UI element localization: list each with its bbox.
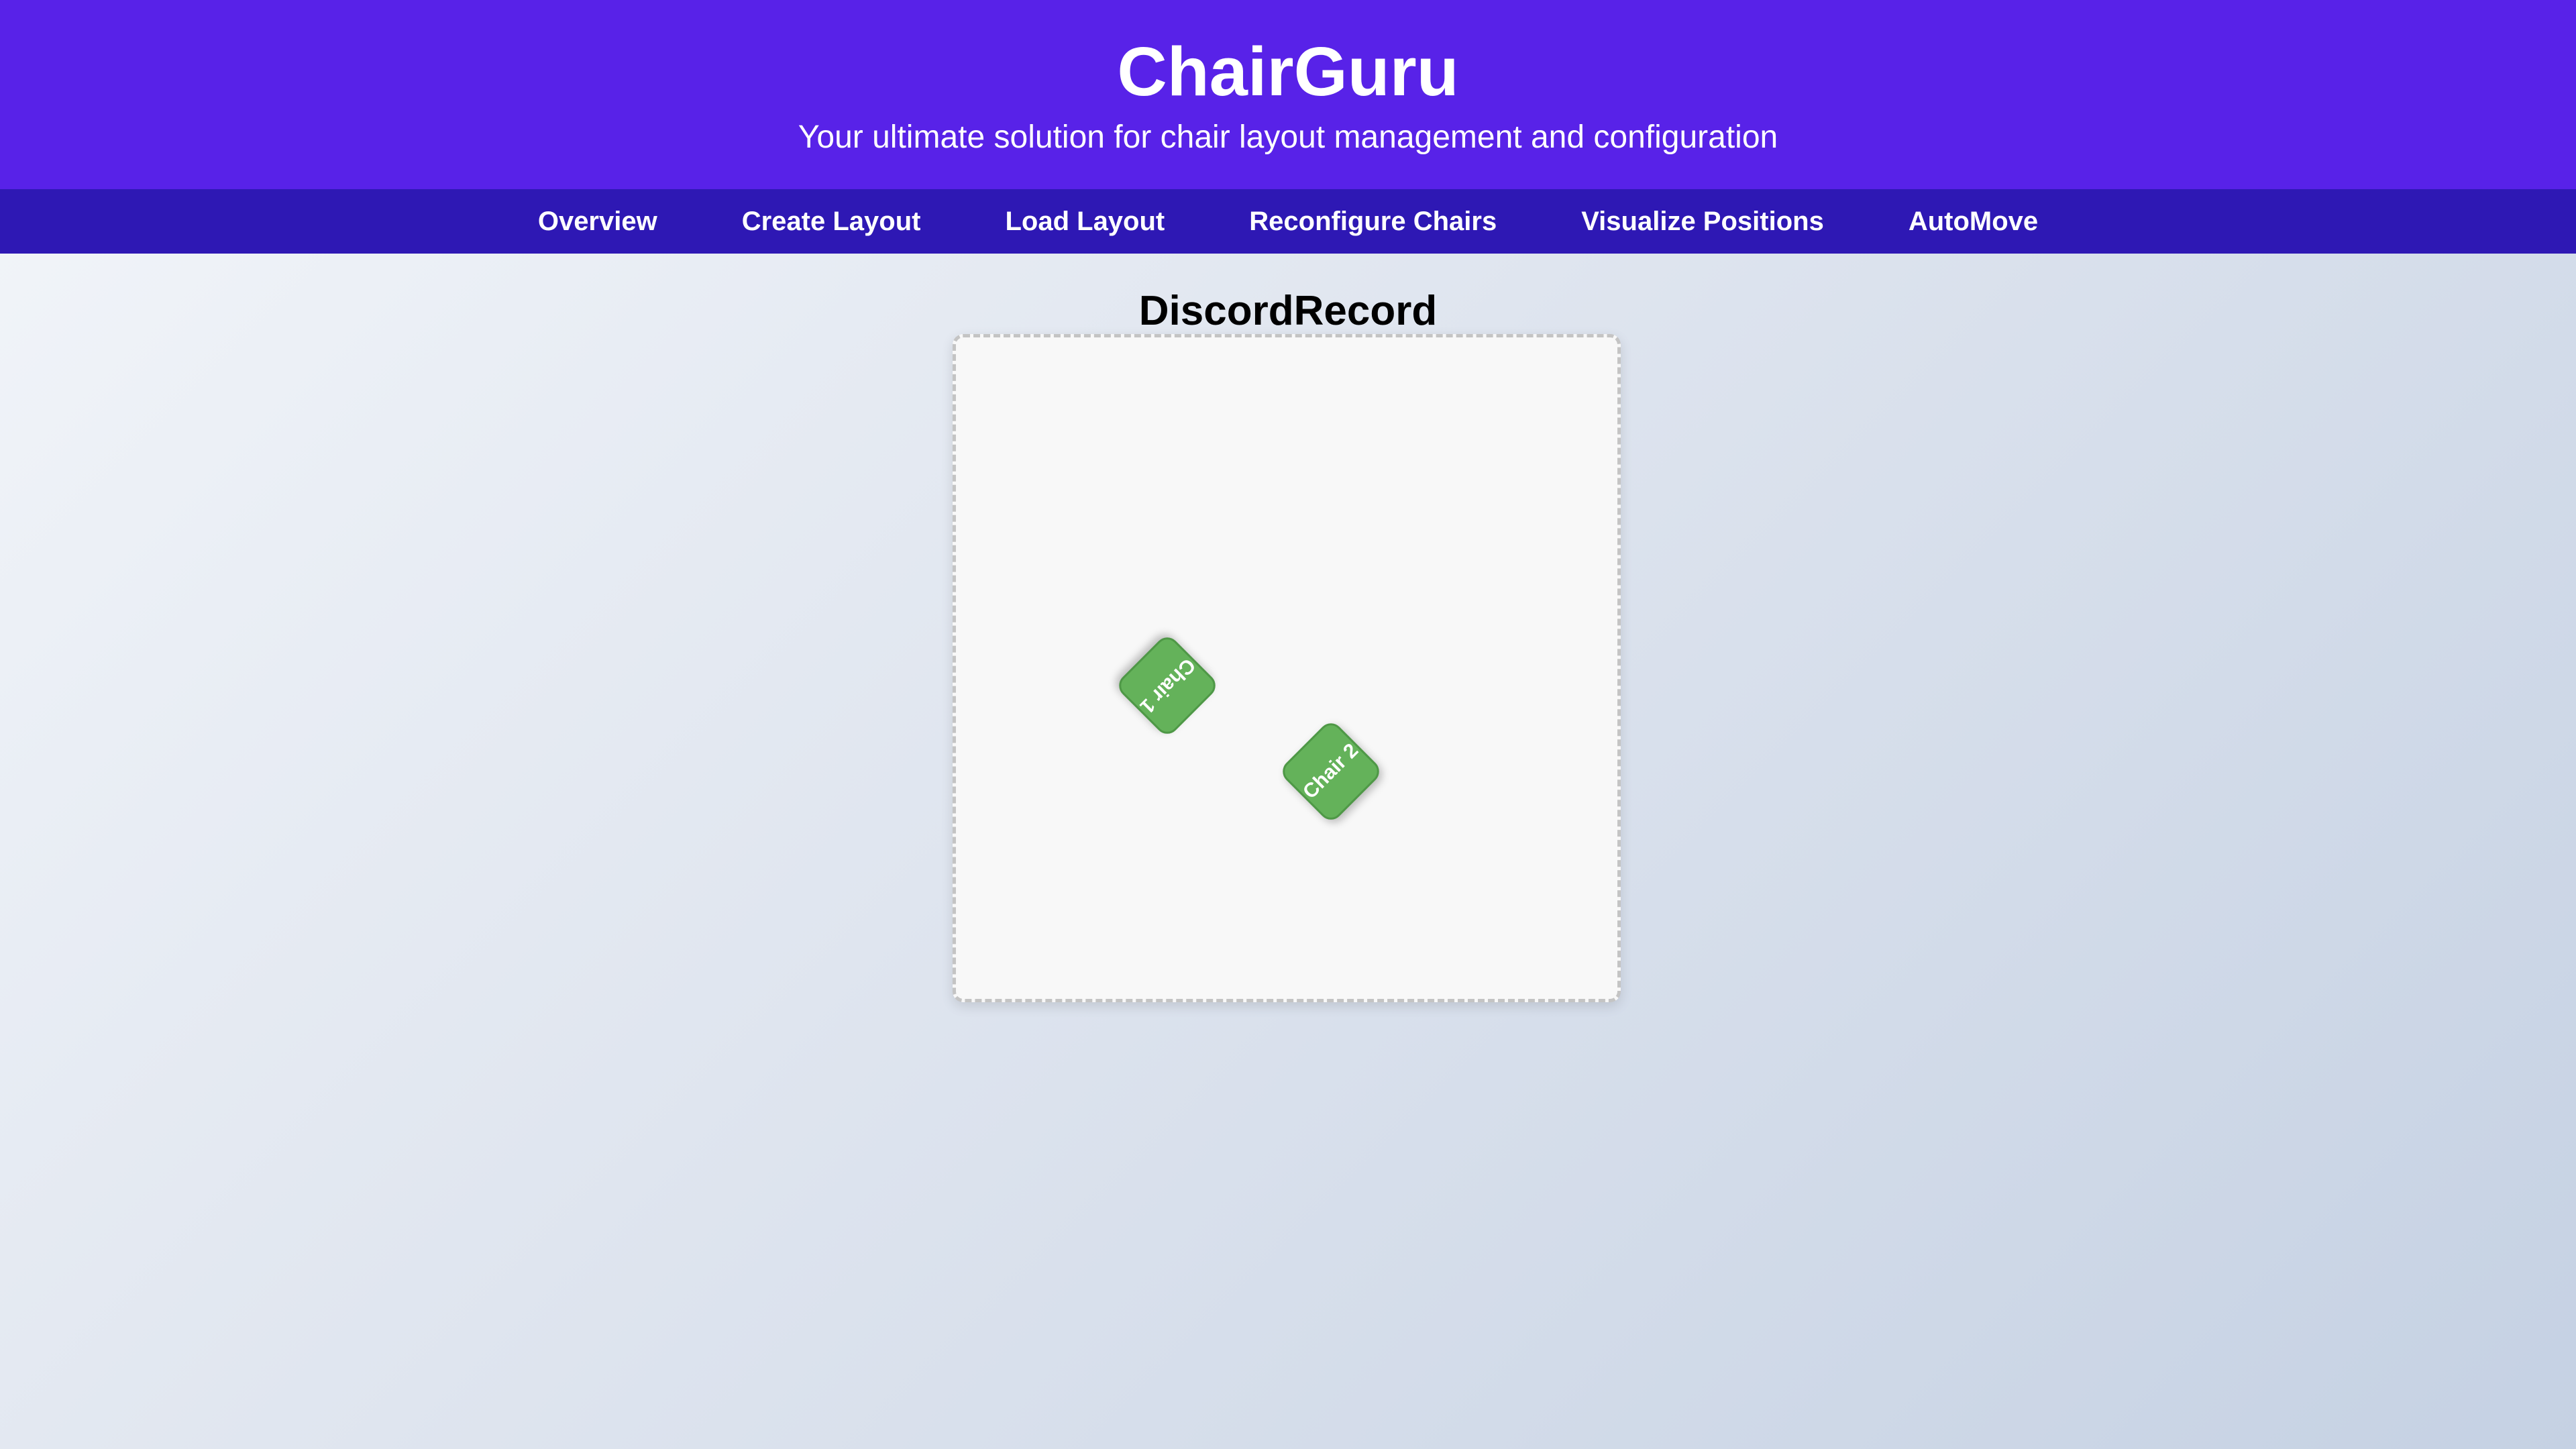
layout-canvas[interactable]: Chair 1 Chair 2 <box>953 334 1621 1002</box>
chair-2[interactable]: Chair 2 <box>1277 718 1385 825</box>
nav-link-automove[interactable]: AutoMove <box>1909 189 2038 254</box>
nav-link-reconfigure-chairs[interactable]: Reconfigure Chairs <box>1249 189 1497 254</box>
site-title: ChairGuru <box>1117 33 1459 110</box>
chair-1[interactable]: Chair 1 <box>1114 632 1221 739</box>
nav-link-visualize-positions[interactable]: Visualize Positions <box>1581 189 1824 254</box>
nav-link-overview[interactable]: Overview <box>538 189 657 254</box>
nav-link-load-layout[interactable]: Load Layout <box>1005 189 1165 254</box>
main-nav: Overview Create Layout Load Layout Recon… <box>0 189 2576 254</box>
site-tagline: Your ultimate solution for chair layout … <box>798 119 1778 155</box>
nav-link-create-layout[interactable]: Create Layout <box>742 189 921 254</box>
layout-title: DiscordRecord <box>1138 288 1438 334</box>
site-header: ChairGuru Your ultimate solution for cha… <box>0 0 2576 189</box>
